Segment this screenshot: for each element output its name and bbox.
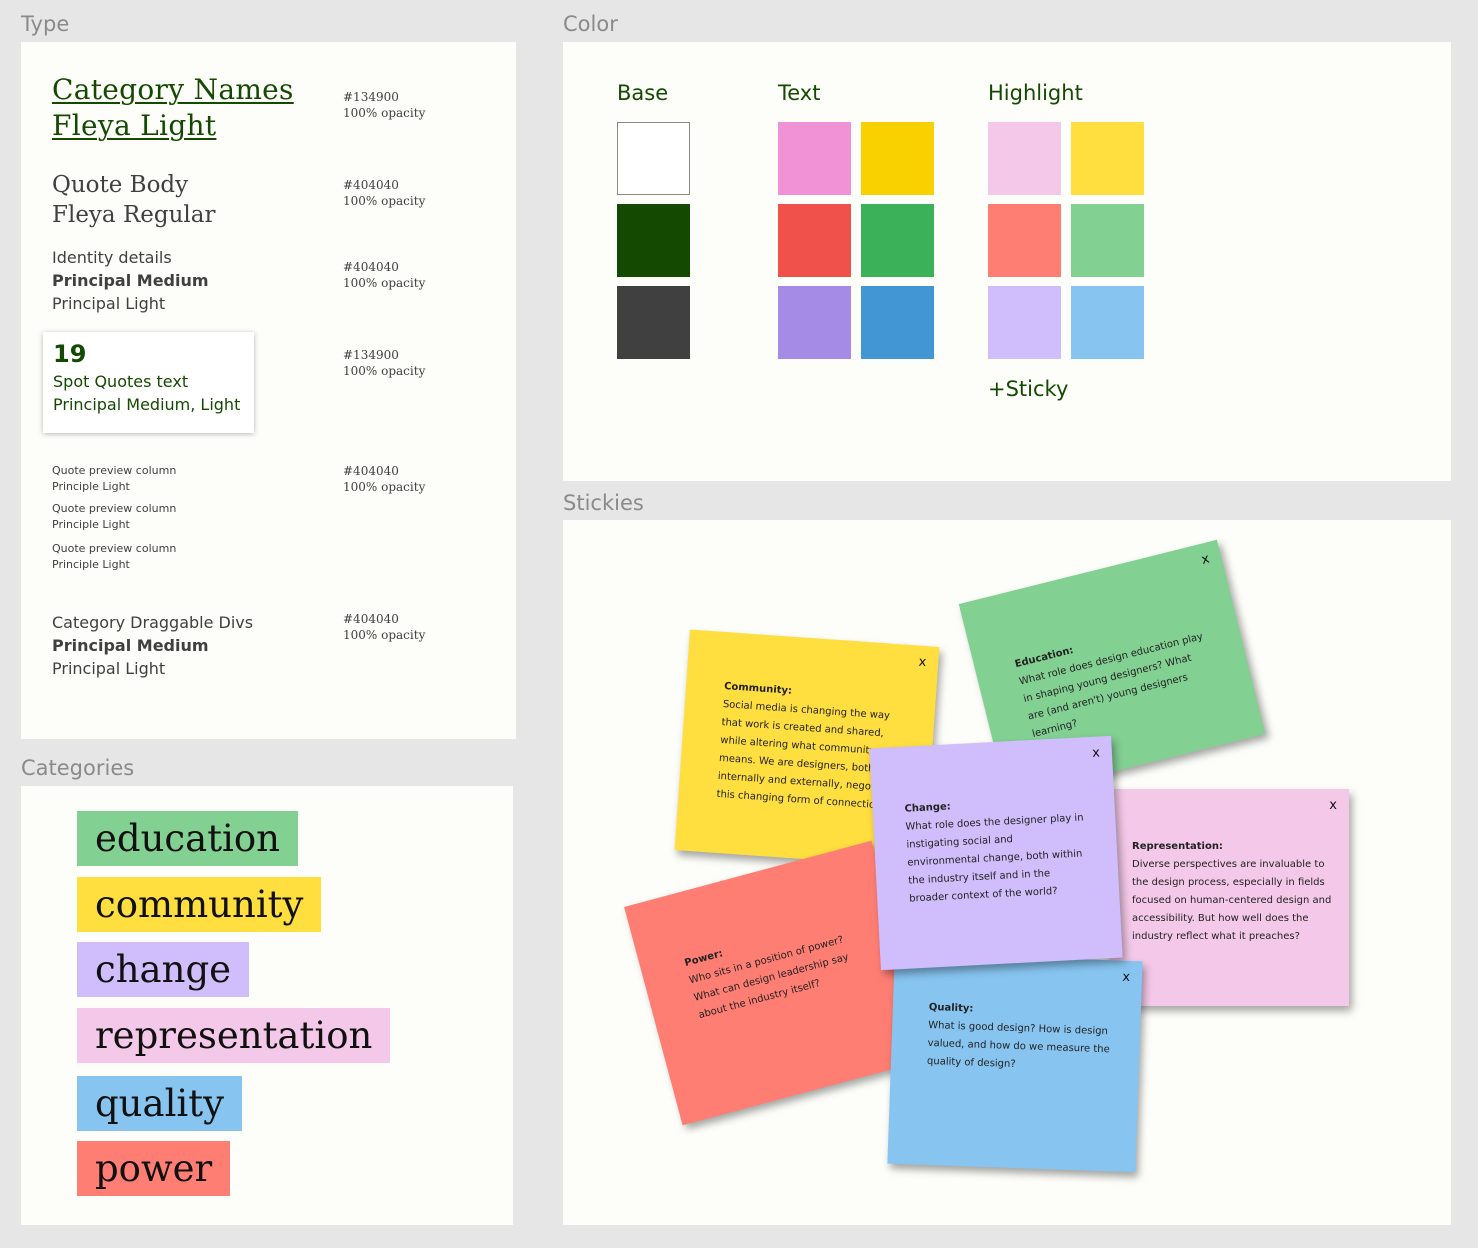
- sticky-body: Quality: What is good design? How is des…: [927, 999, 1114, 1077]
- sticky-body: Change: What role does the designer play…: [904, 791, 1089, 908]
- opacity-value: 100% opacity: [343, 364, 426, 378]
- sticky-change[interactable]: x Change: What role does the designer pl…: [869, 735, 1123, 971]
- preview-item: Quote preview column Principle Light: [52, 463, 176, 495]
- palette-heading-highlight: Highlight: [988, 81, 1083, 105]
- type-sample-line: Quote preview column: [52, 502, 177, 515]
- close-icon[interactable]: x: [918, 654, 927, 672]
- type-sample-line: Category Draggable Divs: [52, 613, 254, 632]
- sticky-body: Power: Who sits in a position of power? …: [683, 908, 880, 1025]
- sticky-body: Representation: Diverse perspectives are…: [1132, 838, 1332, 946]
- base-color-swatch: [617, 122, 690, 195]
- text-color-swatch: [861, 122, 934, 195]
- sticky-body: Education: What role does design educati…: [1013, 611, 1219, 744]
- type-sample-line: Quote preview column: [52, 542, 177, 555]
- hex-value: #134900: [343, 348, 399, 362]
- sticky-text: Diverse perspectives are invaluable to t…: [1132, 859, 1332, 942]
- palette-heading-text: Text: [778, 81, 821, 105]
- type-sample-line: Quote preview column: [52, 464, 177, 477]
- type-sample-line: Category Names: [52, 73, 294, 106]
- close-icon[interactable]: x: [1092, 744, 1101, 762]
- type-panel: Category Names Fleya Light #134900 100% …: [21, 42, 516, 739]
- type-sample-line: Principal Light: [52, 659, 166, 678]
- palette-heading-base: Base: [617, 81, 669, 105]
- type-sample-line: Principle Light: [52, 558, 130, 571]
- close-icon[interactable]: x: [1122, 969, 1130, 987]
- category-pill-community[interactable]: community: [77, 877, 322, 932]
- plus-sticky-label: +Sticky: [988, 377, 1069, 401]
- opacity-value: 100% opacity: [343, 194, 426, 208]
- hex-value: #404040: [343, 612, 399, 626]
- categories-panel: education community change representatio…: [21, 786, 513, 1225]
- highlight-color-swatch: [1071, 204, 1144, 277]
- type-sample-line: Spot Quotes text: [53, 372, 189, 391]
- category-pill-change[interactable]: change: [77, 942, 250, 997]
- opacity-value: 100% opacity: [343, 628, 426, 642]
- highlight-color-swatch: [1071, 286, 1144, 359]
- type-sample-line: Principal Light: [52, 294, 166, 313]
- hex-value: #404040: [343, 464, 399, 478]
- type-sample-category-names: Category Names Fleya Light: [52, 72, 294, 144]
- text-color-swatch: [778, 204, 851, 277]
- opacity-value: 100% opacity: [343, 480, 426, 494]
- stickies-panel: x Education: What role does design educa…: [563, 520, 1451, 1225]
- type-sample-identity: Identity details Principal Medium Princi…: [52, 246, 209, 315]
- category-pill-education[interactable]: education: [77, 811, 298, 866]
- spot-quote-number: 19: [53, 340, 87, 368]
- type-spec-draggable: #404040 100% opacity: [343, 611, 425, 643]
- type-sample-line: Fleya Regular: [52, 202, 216, 228]
- category-pill-power[interactable]: power: [77, 1141, 231, 1196]
- type-spec-preview: #404040 100% opacity: [343, 463, 425, 495]
- category-pill-quality[interactable]: quality: [77, 1076, 243, 1131]
- preview-item: Quote preview column Principle Light: [52, 541, 176, 573]
- category-pill-representation[interactable]: representation: [77, 1008, 391, 1063]
- type-sample-line: Fleya Light: [52, 109, 217, 142]
- section-label-stickies: Stickies: [563, 491, 644, 515]
- hex-value: #404040: [343, 260, 399, 274]
- sticky-text: What role does the designer play in inst…: [905, 812, 1084, 905]
- highlight-color-swatch: [988, 122, 1061, 195]
- opacity-value: 100% opacity: [343, 106, 426, 120]
- close-icon[interactable]: x: [1329, 797, 1337, 815]
- type-sample-line: Principal Medium: [52, 271, 209, 290]
- sticky-title: Representation:: [1132, 841, 1223, 852]
- section-label-color: Color: [563, 12, 618, 36]
- hex-value: #134900: [343, 90, 399, 104]
- section-label-type: Type: [21, 12, 70, 36]
- type-sample-quote-body: Quote Body Fleya Regular: [52, 170, 215, 230]
- text-color-swatch: [778, 122, 851, 195]
- type-spec-spot: #134900 100% opacity: [343, 347, 425, 379]
- highlight-color-swatch: [988, 204, 1061, 277]
- sticky-quality[interactable]: x Quality: What is good design? How is d…: [887, 952, 1143, 1173]
- type-sample-line: Principle Light: [52, 480, 130, 493]
- preview-item: Quote preview column Principle Light: [52, 501, 176, 533]
- sticky-title: Quality:: [928, 1001, 974, 1015]
- text-color-swatch: [778, 286, 851, 359]
- type-spec-category-names: #134900 100% opacity: [343, 89, 425, 121]
- type-sample-line: Principal Medium, Light: [53, 395, 241, 414]
- sticky-representation[interactable]: x Representation: Diverse perspectives a…: [1109, 789, 1349, 1006]
- type-sample-line: Principal Medium: [52, 636, 209, 655]
- color-panel: Base Text Highlight +Sticky: [563, 42, 1451, 481]
- highlight-color-swatch: [1071, 122, 1144, 195]
- section-label-categories: Categories: [21, 756, 135, 780]
- spot-quote-lines: Spot Quotes text Principal Medium, Light: [53, 370, 240, 416]
- opacity-value: 100% opacity: [343, 276, 426, 290]
- type-spec-quote-body: #404040 100% opacity: [343, 177, 425, 209]
- type-sample-line: Quote Body: [52, 172, 189, 198]
- type-sample-draggable: Category Draggable Divs Principal Medium…: [52, 611, 253, 680]
- type-sample-line: Principle Light: [52, 518, 130, 531]
- type-sample-line: Identity details: [52, 248, 172, 267]
- highlight-color-swatch: [988, 286, 1061, 359]
- base-color-swatch: [617, 204, 690, 277]
- base-color-swatch: [617, 286, 690, 359]
- text-color-swatch: [861, 204, 934, 277]
- close-icon[interactable]: x: [1200, 550, 1212, 569]
- type-sample-preview: Quote preview column Principle Light Quo…: [52, 463, 176, 573]
- spot-quote-card: 19 Spot Quotes text Principal Medium, Li…: [43, 332, 254, 433]
- type-spec-identity: #404040 100% opacity: [343, 259, 425, 291]
- text-color-swatch: [861, 286, 934, 359]
- sticky-text: What is good design? How is design value…: [926, 1019, 1110, 1071]
- hex-value: #404040: [343, 178, 399, 192]
